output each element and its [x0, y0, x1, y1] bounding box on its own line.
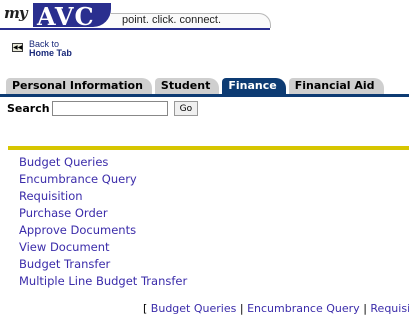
search-form: Search Go	[7, 101, 199, 116]
section-divider	[8, 146, 409, 150]
go-button[interactable]: Go	[173, 101, 199, 116]
footer-link-encumbrance-query[interactable]: Encumbrance Query	[247, 302, 360, 315]
footer-separator: |	[363, 302, 367, 315]
back-to-home-link[interactable]: ◀◀ Back to Home Tab	[12, 40, 72, 58]
search-label: Search	[7, 102, 50, 115]
footer-link-requisition[interactable]: Requisi	[370, 302, 409, 315]
link-view-document[interactable]: View Document	[19, 239, 187, 256]
footer-link-bar: [ Budget Queries | Encumbrance Query | R…	[143, 302, 409, 315]
search-input[interactable]	[51, 101, 168, 116]
footer-separator: |	[239, 302, 244, 315]
tab-finance[interactable]: Finance	[222, 78, 286, 94]
link-encumbrance-query[interactable]: Encumbrance Query	[19, 171, 187, 188]
logo-underline	[0, 28, 270, 30]
logo-text: AVC	[37, 2, 95, 31]
finance-menu: Budget Queries Encumbrance Query Requisi…	[19, 154, 187, 290]
site-header: my AVC point. click. connect.	[0, 0, 409, 36]
double-arrow-left-icon: ◀◀	[12, 43, 23, 52]
link-budget-transfer[interactable]: Budget Transfer	[19, 256, 187, 273]
tab-bar: Personal Information Student Finance Fin…	[6, 78, 387, 94]
back-link-text[interactable]: Back to Home Tab	[29, 40, 72, 58]
tab-personal-information[interactable]: Personal Information	[6, 78, 152, 94]
logo-prefix: my	[4, 4, 28, 22]
link-requisition[interactable]: Requisition	[19, 188, 187, 205]
footer-link-budget-queries[interactable]: Budget Queries	[151, 302, 237, 315]
link-approve-documents[interactable]: Approve Documents	[19, 222, 187, 239]
back-link-line2: Home Tab	[29, 48, 72, 58]
link-budget-queries[interactable]: Budget Queries	[19, 154, 187, 171]
tab-underline	[0, 94, 409, 97]
tab-financial-aid[interactable]: Financial Aid	[288, 78, 384, 94]
tab-student[interactable]: Student	[154, 78, 220, 94]
link-purchase-order[interactable]: Purchase Order	[19, 205, 187, 222]
link-multiple-line-budget-transfer[interactable]: Multiple Line Budget Transfer	[19, 273, 187, 290]
footer-open-bracket: [	[143, 302, 148, 315]
tagline: point. click. connect.	[122, 14, 222, 26]
